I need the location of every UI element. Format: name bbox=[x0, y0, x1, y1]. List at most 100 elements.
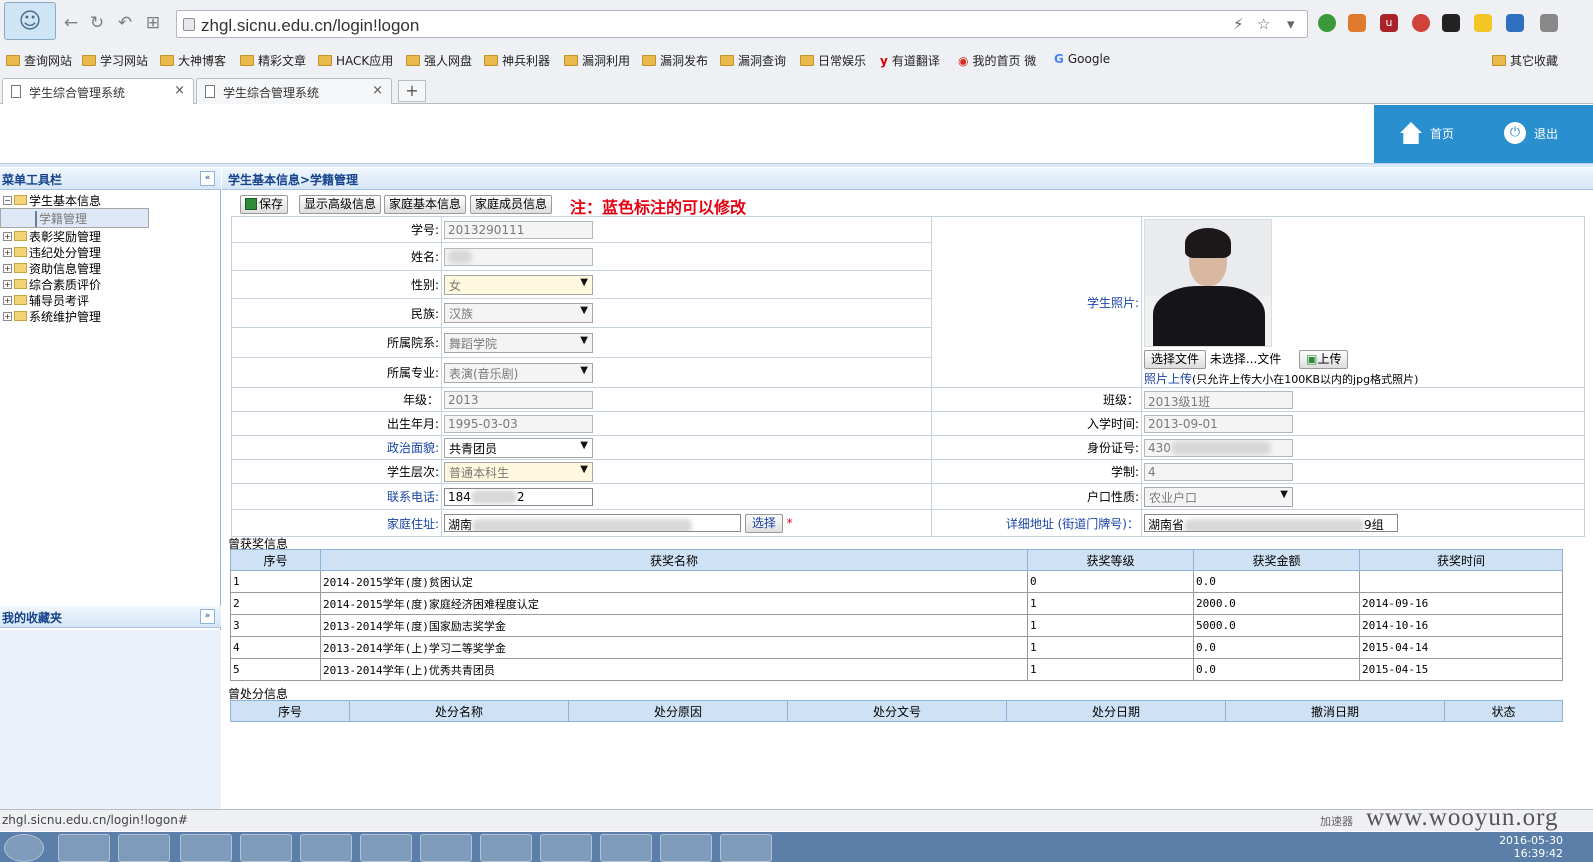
gender-select[interactable]: 女 ▼ bbox=[444, 274, 593, 295]
lightning-icon[interactable]: ⚡ bbox=[1233, 15, 1244, 33]
bookmark-folder-other[interactable]: 其它收藏 bbox=[1492, 52, 1558, 69]
plus-icon[interactable]: + bbox=[3, 279, 12, 289]
plus-icon[interactable]: + bbox=[3, 231, 12, 241]
tree-item-evaluation[interactable]: + 综合素质评价 bbox=[0, 276, 221, 292]
taskbar-app[interactable] bbox=[720, 834, 772, 862]
browser-tab[interactable]: 学生综合管理系统 × bbox=[196, 78, 392, 104]
extension-blue-icon[interactable] bbox=[1506, 14, 1524, 32]
taskbar-app[interactable] bbox=[240, 834, 292, 862]
dropdown-icon[interactable]: ▾ bbox=[1287, 15, 1295, 33]
tree-item-awards[interactable]: + 表彰奖励管理 bbox=[0, 228, 221, 244]
bookmark-folder[interactable]: 神兵利器 bbox=[484, 52, 550, 69]
ethnicity-select[interactable]: 汉族 ▼ bbox=[444, 303, 593, 323]
collapse-icon[interactable]: « bbox=[200, 171, 215, 186]
detail-address-input[interactable]: 湖南省 9组 bbox=[1144, 514, 1398, 532]
system-clock[interactable]: 2016-05-30 16:39:42 bbox=[1499, 834, 1563, 860]
bookmark-youdao[interactable]: y 有道翻译 bbox=[880, 52, 940, 69]
taskbar-app[interactable] bbox=[480, 834, 532, 862]
extension-orange-icon[interactable] bbox=[1348, 14, 1366, 32]
address-bar[interactable]: zhgl.sicnu.edu.cn/login!logon ⚡ ☆ ▾ bbox=[176, 10, 1308, 38]
taskbar-app[interactable] bbox=[420, 834, 472, 862]
phone-input[interactable]: 184 2 bbox=[444, 487, 593, 506]
table-row[interactable]: 3 2013-2014学年(度)国家励志奖学金 1 5000.0 2014-10-16 bbox=[230, 614, 1563, 637]
tree-item-discipline[interactable]: + 违纪处分管理 bbox=[0, 244, 221, 260]
table-row[interactable]: 1 2014-2015学年(度)贫困认定 0 0.0 bbox=[230, 570, 1563, 593]
start-button[interactable] bbox=[4, 834, 44, 862]
major-select[interactable]: 表演(音乐剧) ▼ bbox=[444, 362, 593, 383]
upload-button[interactable]: ▣上传 bbox=[1299, 350, 1349, 369]
taskbar-app[interactable] bbox=[118, 834, 170, 862]
back-icon[interactable]: ← bbox=[60, 12, 82, 34]
wrench-menu-icon[interactable] bbox=[1540, 14, 1558, 32]
taskbar-app[interactable] bbox=[58, 834, 110, 862]
extension-yellow-icon[interactable] bbox=[1474, 14, 1492, 32]
bookmark-folder[interactable]: 精彩文章 bbox=[240, 52, 306, 69]
taskbar-app[interactable] bbox=[360, 834, 412, 862]
bookmark-folder[interactable]: 漏洞发布 bbox=[642, 52, 708, 69]
major-label: 所属专业: bbox=[231, 357, 442, 388]
reload-icon[interactable]: ↻ bbox=[86, 12, 108, 34]
table-row[interactable]: 2 2014-2015学年(度)家庭经济困难程度认定 1 2000.0 2014-09-… bbox=[230, 592, 1563, 615]
choose-file-button[interactable]: 选择文件 bbox=[1144, 350, 1207, 369]
extension-green-icon[interactable] bbox=[1318, 14, 1336, 32]
minus-icon[interactable]: − bbox=[3, 195, 12, 205]
bookmark-star-icon[interactable]: ☆ bbox=[1257, 15, 1270, 33]
home-address-prefix: 湖南 bbox=[448, 518, 473, 532]
taskbar-app[interactable] bbox=[540, 834, 592, 862]
tree-item-student-info[interactable]: − 学生基本信息 bbox=[0, 192, 221, 208]
plus-icon[interactable]: + bbox=[3, 247, 12, 257]
save-icon bbox=[245, 198, 257, 210]
extension-red-icon[interactable] bbox=[1412, 14, 1430, 32]
bookmark-weibo[interactable]: ◉ 我的首页 微 bbox=[958, 52, 1036, 69]
bookmark-folder[interactable]: 强人网盘 bbox=[406, 52, 472, 69]
advanced-info-button[interactable]: 显示高级信息 bbox=[299, 195, 382, 214]
bookmark-folder[interactable]: 查询网站 bbox=[6, 52, 72, 69]
choose-address-button[interactable]: 选择 bbox=[744, 513, 783, 533]
taskbar-app[interactable] bbox=[180, 834, 232, 862]
logout-button[interactable]: ⏻ 退出 bbox=[1504, 122, 1558, 144]
extension-black-icon[interactable] bbox=[1442, 14, 1460, 32]
bookmark-folder[interactable]: HACK应用 bbox=[318, 52, 393, 69]
college-select[interactable]: 舞蹈学院 ▼ bbox=[444, 332, 593, 353]
tree-item-registration[interactable]: 学籍管理 bbox=[0, 208, 149, 228]
apps-grid-icon[interactable]: ⊞ bbox=[142, 12, 164, 34]
family-members-button[interactable]: 家庭成员信息 bbox=[470, 195, 553, 214]
profile-avatar[interactable]: ☺ bbox=[4, 2, 56, 40]
folder-icon bbox=[160, 55, 174, 66]
taskbar-app[interactable] bbox=[600, 834, 652, 862]
expand-icon[interactable]: » bbox=[200, 609, 215, 624]
table-row[interactable]: 5 2013-2014学年(上)优秀共青团员 1 0.0 2015-04-15 bbox=[230, 658, 1563, 681]
bookmark-google[interactable]: G Google bbox=[1054, 52, 1110, 66]
bookmark-folder[interactable]: 大神博客 bbox=[160, 52, 226, 69]
new-tab-button[interactable]: + bbox=[398, 80, 426, 102]
tree-item-counselor[interactable]: + 辅导员考评 bbox=[0, 292, 221, 308]
plus-icon[interactable]: + bbox=[3, 311, 12, 321]
close-icon[interactable]: × bbox=[372, 83, 383, 98]
close-icon[interactable]: × bbox=[174, 83, 185, 98]
family-basic-button[interactable]: 家庭基本信息 bbox=[384, 195, 467, 214]
taskbar-app[interactable] bbox=[660, 834, 712, 862]
level-select[interactable]: 普通本科生 ▼ bbox=[444, 461, 593, 482]
plus-icon[interactable]: + bbox=[3, 295, 12, 305]
plus-icon[interactable]: + bbox=[3, 263, 12, 273]
ublock-icon[interactable]: u bbox=[1380, 14, 1398, 32]
home-address-input[interactable]: 湖南 bbox=[444, 514, 741, 532]
bookmark-folder[interactable]: 漏洞利用 bbox=[564, 52, 630, 69]
browser-tab[interactable]: 学生综合管理系统 × bbox=[2, 78, 194, 104]
table-row[interactable]: 4 2013-2014学年(上)学习二等奖学金 1 0.0 2015-04-14 bbox=[230, 636, 1563, 659]
save-button[interactable]: 保存 bbox=[240, 195, 289, 214]
tree-item-aid[interactable]: + 资助信息管理 bbox=[0, 260, 221, 276]
url-text[interactable]: zhgl.sicnu.edu.cn/login!logon bbox=[201, 16, 419, 36]
undo-icon[interactable]: ↶ bbox=[114, 12, 136, 34]
hukou-select[interactable]: 农业户口 ▼ bbox=[1144, 486, 1293, 507]
home-button[interactable]: 首页 bbox=[1400, 122, 1454, 144]
photo-upload-link[interactable]: 照片上传 bbox=[1144, 372, 1192, 386]
bookmark-folder[interactable]: 学习网站 bbox=[82, 52, 148, 69]
politics-select[interactable]: 共青团员 ▼ bbox=[444, 437, 593, 458]
taskbar-app[interactable] bbox=[300, 834, 352, 862]
accelerator-label[interactable]: 加速器 bbox=[1320, 813, 1353, 829]
table-cell: 3 bbox=[230, 614, 321, 637]
bookmark-folder[interactable]: 日常娱乐 bbox=[800, 52, 866, 69]
bookmark-folder[interactable]: 漏洞查询 bbox=[720, 52, 786, 69]
tree-item-system[interactable]: + 系统维护管理 bbox=[0, 308, 221, 324]
